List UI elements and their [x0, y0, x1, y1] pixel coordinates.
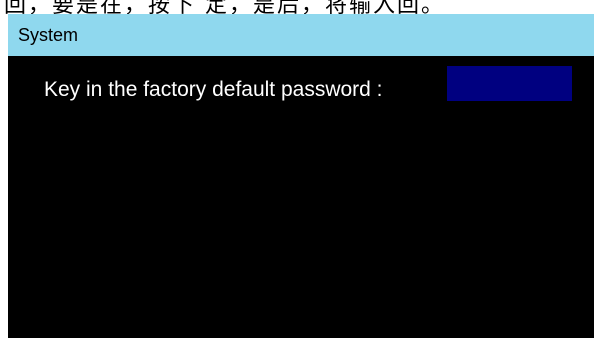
factory-password-input[interactable]	[447, 66, 572, 101]
window-title: System	[18, 25, 79, 45]
system-screen: System Key in the factory default passwo…	[8, 14, 594, 338]
title-bar: System	[8, 14, 594, 56]
password-prompt-label: Key in the factory default password :	[44, 78, 383, 101]
